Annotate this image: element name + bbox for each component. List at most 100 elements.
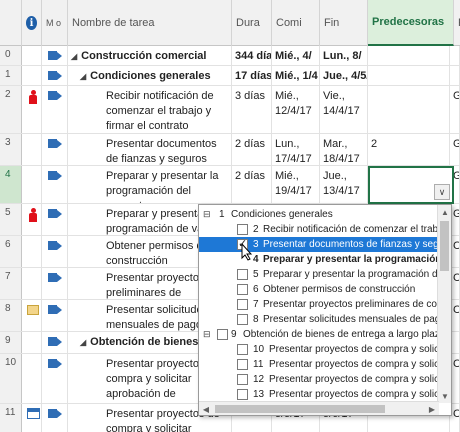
start-cell[interactable]: Mié., 1/4 [272, 66, 320, 85]
table-row[interactable]: 1 ◢ Condiciones generales 17 días Mié., 1… [0, 66, 460, 86]
checkbox[interactable] [237, 314, 248, 325]
task-mode-cell[interactable] [42, 404, 68, 432]
start-cell[interactable]: Mié., 19/4/17 [272, 166, 320, 203]
checkbox[interactable] [237, 359, 248, 370]
predecessors-editor[interactable]: ∨ [368, 166, 454, 204]
column-header-resources[interactable]: R [454, 0, 460, 46]
duration-cell[interactable]: 2 días [232, 166, 272, 203]
task-name-cell[interactable]: Presentar documentos de fianzas y seguro… [68, 134, 232, 165]
task-mode-cell[interactable] [42, 134, 68, 165]
dropdown-item[interactable]: 6 Obtener permisos de construcción [199, 282, 437, 297]
table-row[interactable]: 2 Recibir notificación de comenzar el tr… [0, 86, 460, 134]
auto-scheduled-icon [48, 337, 62, 346]
task-name-cell[interactable]: Preparar y presentar la programación del… [68, 166, 232, 203]
column-header-finish[interactable]: Fin [320, 0, 368, 46]
collapse-toggle-icon[interactable]: ◢ [71, 49, 77, 64]
checkbox[interactable] [237, 269, 248, 280]
task-name-cell[interactable]: ◢ Condiciones generales [68, 66, 232, 85]
task-mode-cell[interactable] [42, 300, 68, 331]
scroll-left-icon[interactable]: ◀ [199, 402, 213, 415]
finish-cell[interactable]: Jue., 13/4/17 [320, 166, 368, 203]
dropdown-item[interactable]: 7 Presentar proyectos preliminares de co… [199, 297, 437, 312]
scroll-thumb[interactable] [440, 221, 449, 271]
select-all-corner[interactable] [0, 0, 22, 46]
dropdown-item[interactable]: 4 Preparar y presentar la programación d… [199, 252, 437, 267]
resources-cell[interactable]: G [450, 134, 460, 165]
duration-cell[interactable]: 344 días [232, 46, 272, 65]
duration-cell[interactable]: 3 días [232, 86, 272, 133]
duration-cell[interactable]: 2 días [232, 134, 272, 165]
start-cell[interactable]: Mié., 4/ [272, 46, 320, 65]
item-id: 2 [253, 224, 259, 235]
column-header-name[interactable]: Nombre de tarea [68, 0, 232, 46]
predecessors-cell[interactable] [368, 86, 450, 133]
scroll-thumb[interactable] [215, 405, 385, 413]
column-header-duration[interactable]: Dura [232, 0, 272, 46]
dropdown-item[interactable]: 12 Presentar proyectos de compra y solic… [199, 372, 437, 387]
task-mode-cell[interactable] [42, 86, 68, 133]
dropdown-item[interactable]: 2 Recibir notificación de comenzar el tr… [199, 222, 437, 237]
checkbox[interactable] [217, 329, 228, 340]
resources-cell[interactable]: G [450, 86, 460, 133]
predecessors-cell[interactable] [368, 46, 450, 65]
resources-cell[interactable] [450, 66, 460, 85]
resources-cell[interactable] [450, 46, 460, 65]
dropdown-item[interactable]: 8 Presentar solicitudes mensuales de pag… [199, 312, 437, 327]
overallocated-resource-icon[interactable] [28, 90, 38, 104]
calendar-icon[interactable] [27, 408, 40, 419]
collapse-toggle-icon[interactable]: ◢ [80, 335, 86, 350]
predecessors-cell[interactable]: 2 [368, 134, 450, 165]
horizontal-scrollbar[interactable]: ◀ ▶ [199, 401, 439, 415]
scroll-down-icon[interactable]: ▼ [438, 389, 451, 403]
finish-cell[interactable]: Mar., 18/4/17 [320, 134, 368, 165]
overallocated-resource-icon[interactable] [28, 208, 38, 222]
chevron-down-icon[interactable]: ∨ [434, 184, 450, 200]
dropdown-item[interactable]: 11 Presentar proyectos de compra y solic… [199, 357, 437, 372]
checkbox[interactable] [237, 374, 248, 385]
task-mode-cell[interactable] [42, 354, 68, 403]
finish-cell[interactable]: Lun., 8/ [320, 46, 368, 65]
auto-scheduled-icon [48, 209, 62, 218]
task-mode-cell[interactable] [42, 204, 68, 235]
finish-cell[interactable]: Vie., 14/4/17 [320, 86, 368, 133]
column-header-info[interactable]: i [22, 0, 42, 46]
scroll-right-icon[interactable]: ▶ [425, 402, 439, 415]
task-mode-cell[interactable] [42, 268, 68, 299]
dropdown-item-highlighted[interactable]: 3 Presentar documentos de fianzas y segu… [199, 237, 437, 252]
start-cell[interactable]: Lun., 17/4/17 [272, 134, 320, 165]
task-mode-cell[interactable] [42, 332, 68, 353]
predecessors-cell[interactable] [368, 66, 450, 85]
indicator-cell [22, 134, 42, 165]
checkbox[interactable] [237, 344, 248, 355]
vertical-scrollbar[interactable]: ▲ ▼ [437, 205, 451, 403]
task-mode-cell[interactable] [42, 166, 68, 203]
scroll-up-icon[interactable]: ▲ [438, 205, 451, 219]
column-header-predecessors[interactable]: Predecesoras ▼ [368, 0, 454, 46]
duration-cell[interactable]: 17 días [232, 66, 272, 85]
checkbox[interactable] [237, 299, 248, 310]
column-header-mode[interactable]: M o [42, 0, 68, 46]
collapse-toggle-icon[interactable]: ⊟ [203, 207, 211, 222]
dropdown-item-summary[interactable]: ⊟ 1 Condiciones generales [199, 207, 437, 222]
predecessors-dropdown-list[interactable]: ⊟ 1 Condiciones generales 2 Recibir noti… [198, 204, 452, 416]
task-name-cell[interactable]: ◢ Construcción comercial [68, 46, 232, 65]
task-mode-cell[interactable] [42, 66, 68, 85]
note-icon[interactable] [27, 305, 39, 315]
task-mode-cell[interactable] [42, 46, 68, 65]
dropdown-item[interactable]: 13 Presentar proyectos de compra y solic… [199, 387, 437, 402]
task-name-cell[interactable]: Recibir notificación de comenzar el trab… [68, 86, 232, 133]
dropdown-item-summary[interactable]: ⊟ 9 Obtención de bienes de entrega a lar… [199, 327, 437, 342]
table-row[interactable]: 0 ◢ Construcción comercial 344 días Mié.,… [0, 46, 460, 66]
table-row[interactable]: 3 Presentar documentos de fianzas y segu… [0, 134, 460, 166]
finish-cell[interactable]: Jue., 4/5/ [320, 66, 368, 85]
collapse-toggle-icon[interactable]: ⊟ [203, 327, 211, 342]
dropdown-item[interactable]: 10 Presentar proyectos de compra y solic… [199, 342, 437, 357]
checkbox[interactable] [237, 389, 248, 400]
column-header-start[interactable]: Comi [272, 0, 320, 46]
dropdown-item[interactable]: 5 Preparar y presentar la programación d… [199, 267, 437, 282]
checkbox[interactable] [237, 284, 248, 295]
start-cell[interactable]: Mié., 12/4/17 [272, 86, 320, 133]
task-mode-cell[interactable] [42, 236, 68, 267]
collapse-toggle-icon[interactable]: ◢ [80, 69, 86, 84]
checkbox[interactable] [237, 224, 248, 235]
